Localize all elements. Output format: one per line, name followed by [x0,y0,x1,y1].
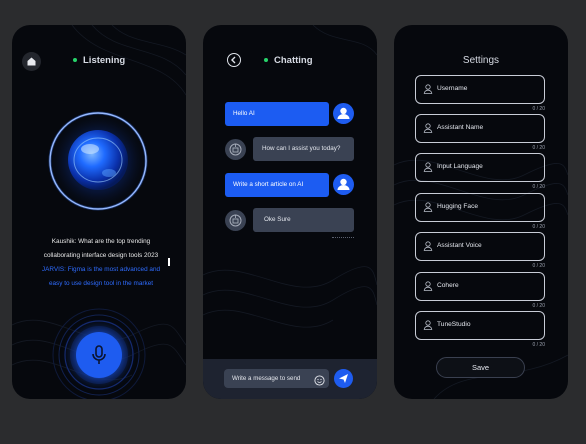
bot-message-bubble: How can I assist you today? [253,137,354,161]
conversation-transcript: Kaushik: What are the top trending colla… [26,235,176,291]
field-label: Assistant Name [437,124,484,131]
user-outline-icon [423,123,433,133]
user-transcript-line: collaborating interface design tools 202… [43,252,159,259]
field-label: Assistant Voice [437,242,482,249]
settings-screen: Settings Username 0 / 20 Assistant Name … [394,25,568,399]
listening-screen: Listening Kaushik: What are the top tren… [12,25,186,399]
home-button[interactable] [22,52,41,71]
chatting-status-dot [264,58,268,62]
user-transcript-line: Kaushik: What are the top trending [51,238,151,245]
mic-icon [92,345,106,364]
char-counter: 0 / 20 [532,106,545,112]
user-avatar [333,103,354,124]
bot-message-bubble: Oke Sure [253,208,354,232]
user-avatar [333,174,354,195]
message-composer [203,359,377,399]
char-counter: 0 / 20 [532,342,545,348]
field-label: TuneStudio [437,321,471,328]
user-message-bubble: Write a short article on AI [225,173,329,197]
mic-button[interactable] [76,332,122,378]
emoji-icon [314,375,325,386]
field-label: Hugging Face [437,203,479,210]
bot-avatar-icon [229,214,242,227]
user-outline-icon [423,162,433,172]
user-outline-icon [423,320,433,330]
send-icon [339,374,348,383]
field-label: Cohere [437,282,459,289]
bot-avatar [225,210,246,231]
chatting-screen: Chatting Hello AI How can I assist you t… [203,25,377,399]
settings-title: Settings [462,55,500,66]
user-avatar-icon [337,178,350,190]
user-outline-icon [423,84,433,94]
listening-title: Listening [83,55,126,66]
username-field[interactable]: Username [415,75,545,104]
listening-status-dot [73,58,77,62]
ai-transcript-line: easy to use design tool in the market [48,280,154,287]
assistant-name-field[interactable]: Assistant Name [415,114,545,143]
user-avatar-icon [337,107,350,119]
char-counter: 0 / 20 [532,224,545,230]
back-arrow-icon [231,56,236,64]
voice-orb [46,109,150,213]
text-cursor [168,258,170,266]
field-label: Input Language [437,163,483,170]
input-language-field[interactable]: Input Language [415,153,545,182]
char-counter: 0 / 20 [532,263,545,269]
user-outline-icon [423,241,433,251]
char-counter: 0 / 20 [532,184,545,190]
char-counter: 0 / 20 [532,145,545,151]
home-icon [27,57,36,66]
field-label: Username [437,85,468,92]
user-outline-icon [423,202,433,212]
message-meta-line [332,237,354,240]
hugging-face-field[interactable]: Hugging Face [415,193,545,222]
assistant-voice-field[interactable]: Assistant Voice [415,232,545,261]
bot-avatar-icon [229,143,242,156]
send-button[interactable] [334,369,353,388]
back-button[interactable] [227,53,241,67]
user-outline-icon [423,281,433,291]
char-counter: 0 / 20 [532,303,545,309]
emoji-button[interactable] [314,373,325,386]
cohere-field[interactable]: Cohere [415,272,545,301]
ai-transcript-line: JARVIS: Figma is the most advanced and [41,266,161,273]
save-button[interactable]: Save [436,357,525,378]
chatting-title: Chatting [274,55,313,66]
user-message-bubble: Hello AI [225,102,329,126]
bot-avatar [225,139,246,160]
tunestudio-field[interactable]: TuneStudio [415,311,545,340]
